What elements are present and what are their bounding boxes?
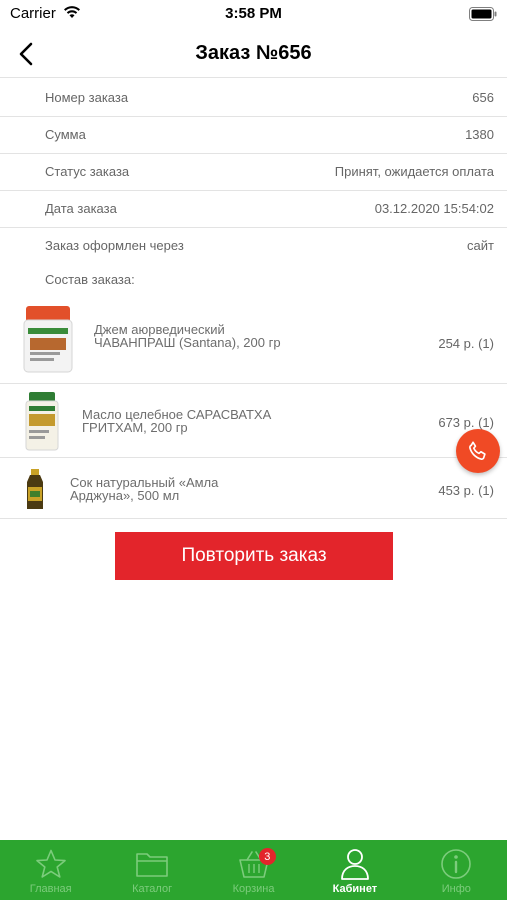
composition-label: Состав заказа:	[45, 272, 135, 287]
folder-icon	[135, 847, 169, 881]
info-label: Статус заказа	[45, 164, 130, 179]
star-icon	[34, 847, 68, 881]
list-item[interactable]: Джем аюрведический ЧАВАНПРАШ (Santana), …	[0, 298, 507, 384]
tab-catalog[interactable]: Каталог	[101, 840, 202, 900]
info-value: сайт	[467, 238, 494, 253]
info-value: 656	[472, 90, 494, 105]
info-icon	[439, 847, 473, 881]
nav-bar: Заказ №656	[0, 30, 507, 78]
order-number-row: Номер заказа 656	[0, 80, 507, 117]
info-label: Сумма	[45, 127, 86, 142]
tab-home[interactable]: Главная	[0, 840, 101, 900]
repeat-order-button[interactable]: Повторить заказ	[115, 532, 393, 580]
info-value: 1380	[465, 127, 494, 142]
info-label: Дата заказа	[45, 201, 117, 216]
status-bar: Carrier 3:58 PM	[0, 0, 507, 30]
list-item[interactable]: Сок натуральный «Амла Арджуна», 500 мл 4…	[0, 459, 507, 519]
product-image	[24, 469, 46, 516]
tab-info[interactable]: Инфо	[406, 840, 507, 900]
product-price: 673 р. (1)	[438, 415, 494, 430]
tab-bar: Главная Каталог 3 Корзина Кабинет Инфо	[0, 840, 507, 900]
product-price: 254 р. (1)	[438, 336, 494, 351]
info-label: Номер заказа	[45, 90, 129, 105]
clock: 3:58 PM	[225, 5, 282, 22]
order-status-row: Статус заказа Принят, ожидается оплата	[0, 154, 507, 191]
product-name: Масло целебное САРАСВАТХА ГРИТХАМ, 200 г…	[82, 407, 272, 435]
tab-cart[interactable]: 3 Корзина	[203, 840, 304, 900]
info-value: 03.12.2020 15:54:02	[374, 201, 494, 216]
tab-label: Кабинет	[332, 883, 378, 895]
tab-label: Корзина	[232, 883, 275, 895]
cart-badge: 3	[258, 848, 276, 865]
tab-label: Каталог	[132, 883, 173, 895]
product-name: Сок натуральный «Амла Арджуна», 500 мл	[70, 475, 219, 503]
product-price: 453 р. (1)	[438, 483, 494, 498]
battery-icon	[469, 7, 497, 26]
product-name: Джем аюрведический ЧАВАНПРАШ (Santana), …	[94, 322, 281, 350]
info-value: Принят, ожидается оплата	[334, 164, 494, 179]
tab-cabinet[interactable]: Кабинет	[304, 840, 405, 900]
order-info: Номер заказа 656 Сумма 1380 Статус заказ…	[0, 80, 507, 265]
phone-icon	[469, 441, 486, 460]
user-icon	[338, 847, 372, 881]
product-image	[24, 392, 60, 457]
tab-label: Главная	[29, 883, 72, 895]
list-item[interactable]: Масло целебное САРАСВАТХА ГРИТХАМ, 200 г…	[0, 385, 507, 458]
page-title: Заказ №656	[195, 42, 312, 64]
order-sum-row: Сумма 1380	[0, 117, 507, 154]
product-image	[22, 306, 74, 379]
order-channel-row: Заказ оформлен через сайт	[0, 228, 507, 265]
call-button[interactable]	[456, 429, 500, 473]
info-label: Заказ оформлен через	[45, 238, 184, 253]
order-date-row: Дата заказа 03.12.2020 15:54:02	[0, 191, 507, 228]
tab-label: Инфо	[441, 883, 471, 895]
